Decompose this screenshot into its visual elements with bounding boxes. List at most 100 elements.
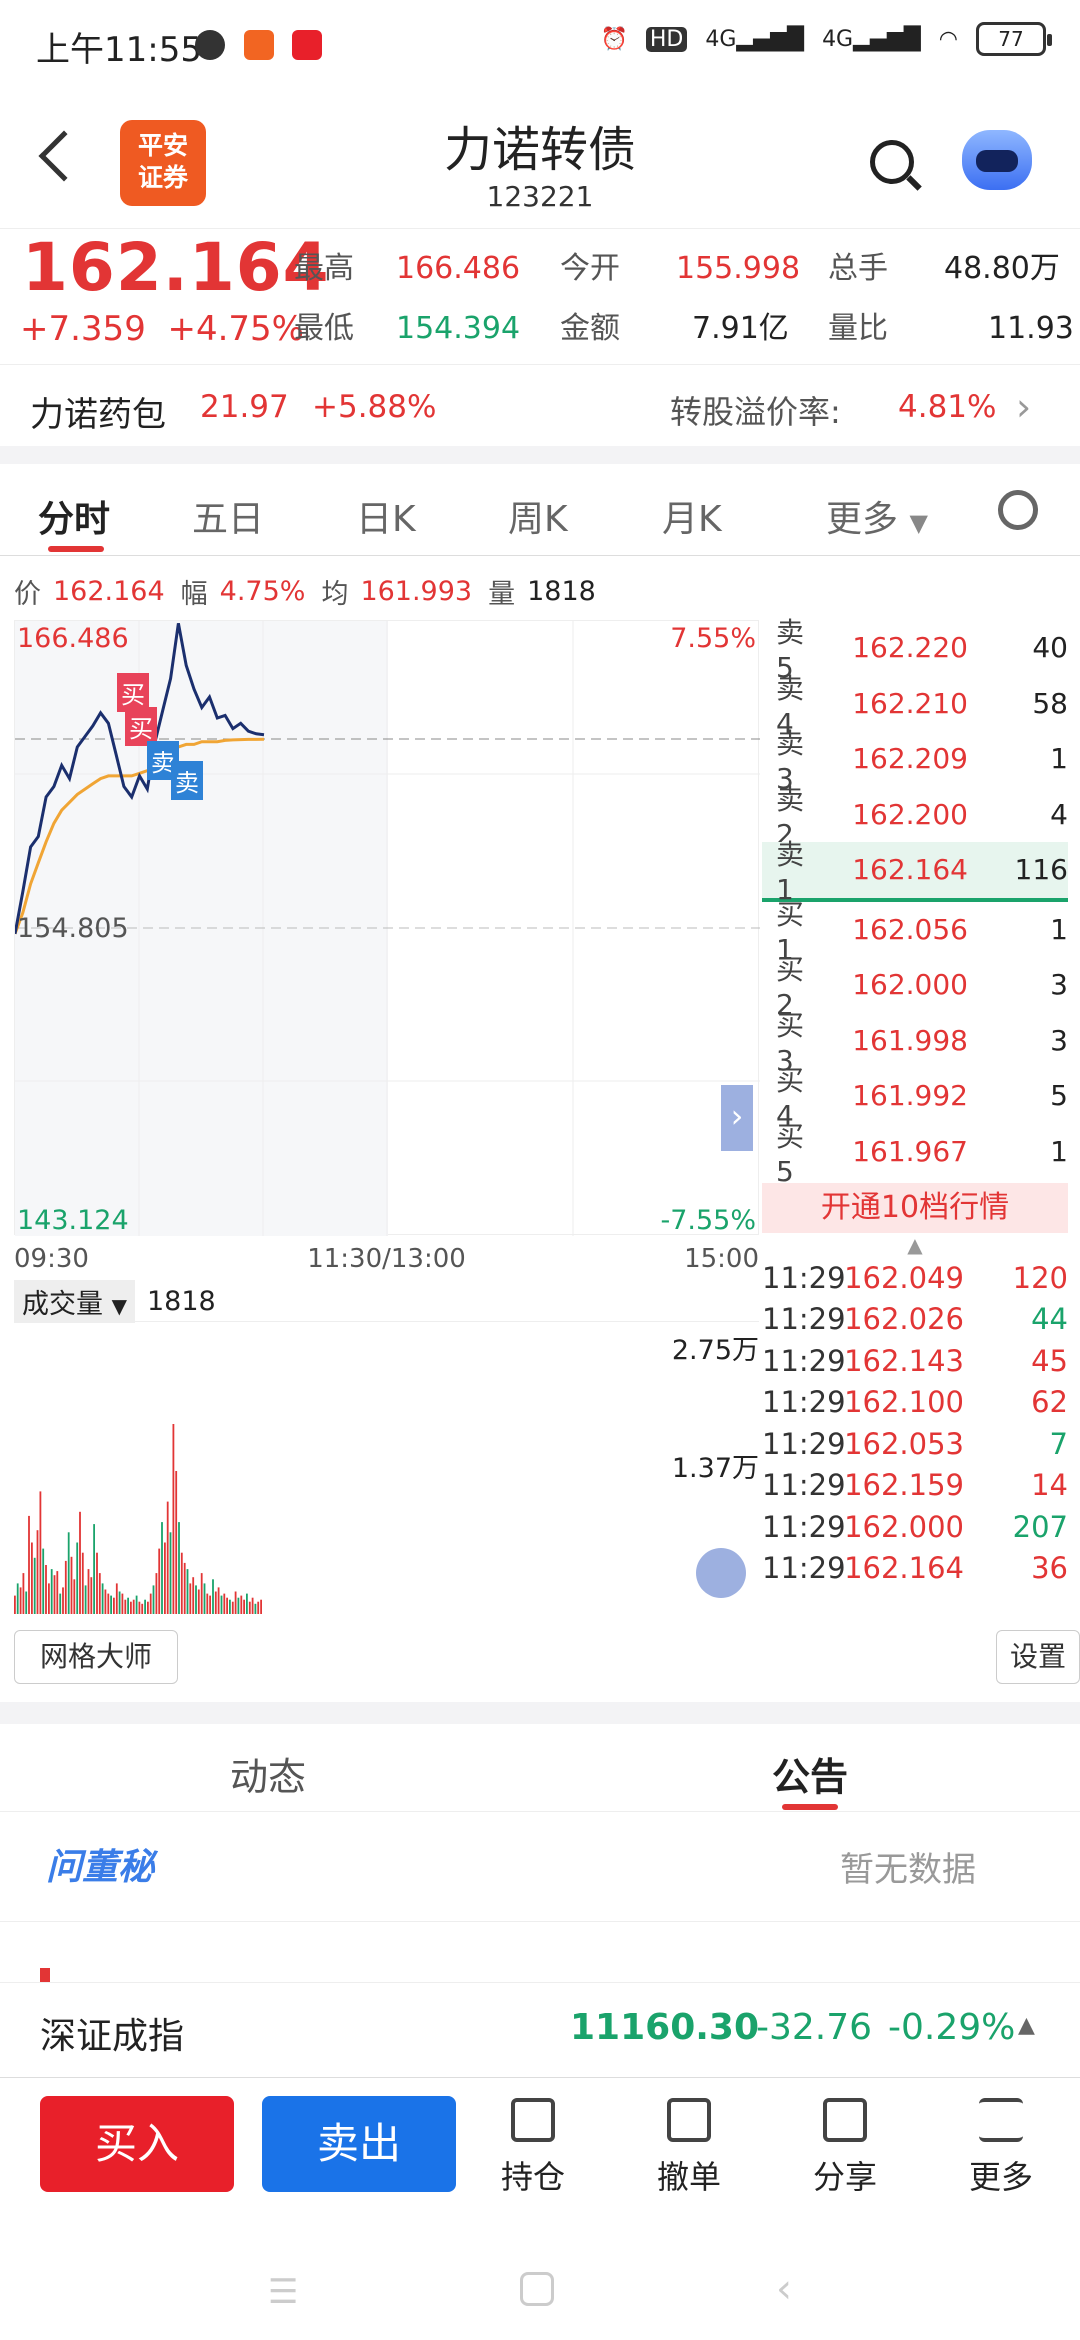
tick-time: 11:29: [762, 1385, 846, 1420]
tick-volume: 7: [1049, 1426, 1068, 1461]
tick-volume: 44: [1031, 1302, 1068, 1337]
premium-label: 转股溢价率:: [670, 393, 841, 431]
tick-time: 11:29: [762, 1509, 846, 1544]
fullscreen-icon[interactable]: [696, 1548, 746, 1598]
level-price: 161.998: [852, 1023, 968, 1057]
signal-icon: 4G▂▄▆█: [822, 26, 921, 52]
ratio-value: 11.93: [988, 311, 1074, 346]
volume-bar: [135, 1595, 138, 1614]
news-tabs: 动态 公告: [0, 1724, 1080, 1812]
level-price: 162.164: [852, 853, 968, 887]
volume-bar: [76, 1542, 79, 1614]
volume-bar: [101, 1583, 104, 1614]
tab-dynamics[interactable]: 动态: [230, 1746, 306, 1801]
assistant-robot-icon[interactable]: [962, 130, 1032, 190]
chevron-right-icon: ›: [1016, 385, 1032, 429]
tick-price: 162.026: [844, 1302, 964, 1337]
level-price: 162.000: [852, 968, 968, 1002]
search-icon[interactable]: [870, 140, 914, 184]
intraday-chart[interactable]: 166.486 154.805 143.124 7.55% -7.55% 买 买…: [13, 620, 760, 1236]
order-book-row: 买5 161.967 1: [762, 1120, 1068, 1188]
cancel-order-button[interactable]: 撤单: [634, 2098, 744, 2198]
volume-bar: [110, 1595, 112, 1614]
battery-icon: 77: [976, 22, 1052, 56]
tick-row: 11:29 162.049 120: [762, 1257, 1068, 1299]
no-data-text: 暂无数据: [840, 1850, 976, 1890]
open-label: 今开: [560, 251, 620, 286]
level-volume: 116: [1014, 853, 1068, 887]
ask-secretary-logo[interactable]: 问董秘: [46, 1838, 154, 1890]
amount-label: 金额: [560, 311, 620, 346]
share-label: 分享: [812, 2158, 877, 2196]
tab-monthly-k[interactable]: 月K: [662, 490, 722, 542]
volume-bar: [42, 1548, 45, 1614]
level-price: 161.967: [852, 1134, 968, 1168]
low-label: 最低: [294, 311, 354, 346]
volume-bar: [212, 1579, 214, 1614]
order-book: 卖5 162.220 40 卖4 162.210 58 卖3 162.209 1…: [762, 616, 1068, 1590]
volume-bar: [217, 1587, 220, 1614]
volume-selector[interactable]: 成交量 ▼: [14, 1280, 135, 1323]
tab-announcements[interactable]: 公告: [772, 1746, 848, 1801]
order-book-row: 卖1 162.164 116: [762, 838, 1068, 906]
hd-icon: HD: [645, 26, 688, 52]
menu-icon: [979, 2098, 1023, 2142]
open-level10-button[interactable]: 开通10档行情: [762, 1183, 1068, 1233]
tab-5day[interactable]: 五日: [192, 490, 264, 542]
volume-bar: [195, 1585, 197, 1614]
volume-bar: [183, 1562, 186, 1614]
share-button[interactable]: 分享: [790, 2098, 900, 2198]
gear-icon[interactable]: [998, 490, 1038, 530]
chart-bottom-price: 143.124: [17, 1205, 129, 1236]
tab-intraday[interactable]: 分时: [38, 490, 110, 542]
holdings-button[interactable]: 持仓: [478, 2098, 588, 2198]
expand-panel-icon[interactable]: ›: [721, 1085, 753, 1151]
premium-value: 4.81%: [898, 389, 997, 425]
volume-bar: [62, 1587, 64, 1614]
volume-bar: [113, 1597, 115, 1614]
buy-button[interactable]: 买入: [40, 2096, 234, 2192]
volume-bar: [50, 1569, 53, 1614]
divider: [0, 446, 1080, 464]
level-price: 162.209: [852, 742, 968, 776]
volume-bar: [107, 1593, 110, 1614]
volume-bar: [169, 1532, 172, 1614]
bottom-action-bar: 买入 卖出 持仓 撤单 分享 更多: [0, 2080, 1080, 2230]
volume-bar: [240, 1595, 243, 1614]
tick-volume: 36: [1031, 1551, 1068, 1586]
back-nav-icon[interactable]: ‹: [776, 2266, 792, 2312]
settings-button[interactable]: 设置: [996, 1630, 1080, 1684]
tab-weekly-k[interactable]: 周K: [508, 490, 568, 542]
level-volume: 1: [1050, 742, 1068, 776]
app-notify-icon: [244, 30, 274, 60]
level-price: 162.200: [852, 797, 968, 831]
caret-up-icon: ▲: [907, 1233, 923, 1257]
more-button[interactable]: 更多: [946, 2098, 1056, 2198]
sell-marker[interactable]: 卖: [171, 761, 203, 800]
volume-bar: [214, 1591, 217, 1614]
tab-more[interactable]: 更多 ▼: [826, 490, 928, 542]
index-bar[interactable]: 深证成指 11160.30 -32.76 -0.29% ▲: [0, 1982, 1080, 2078]
menu-nav-icon[interactable]: ☰: [268, 2272, 298, 2312]
tab-daily-k[interactable]: 日K: [356, 490, 416, 542]
volume-chart: 2.75万 1.37万: [14, 1324, 759, 1614]
home-nav-icon[interactable]: [520, 2272, 554, 2306]
chart-info-row: 价 162.164 幅 4.75% 均 161.993 量 1818: [14, 572, 596, 611]
active-tab-indicator: [782, 1804, 838, 1810]
volume-bar: [172, 1424, 175, 1614]
underlying-pct: +5.88%: [312, 389, 437, 425]
tick-row: 11:29 162.164 36: [762, 1548, 1068, 1590]
section-marker: [40, 1968, 50, 1982]
volume-bar: [144, 1599, 146, 1614]
grid-master-button[interactable]: 网格大师: [14, 1630, 178, 1684]
volume-bar: [130, 1601, 132, 1614]
sell-button[interactable]: 卖出: [262, 2096, 456, 2192]
info-amp: 4.75%: [219, 576, 306, 607]
divider: [0, 1702, 1080, 1724]
underlying-stock-bar[interactable]: 力诺药包 21.97 +5.88% 转股溢价率: 4.81% ›: [0, 364, 1080, 446]
caret-down-icon: ▼: [111, 1294, 127, 1318]
volume-bar: [260, 1599, 262, 1614]
volume-bar: [64, 1560, 67, 1614]
volume-bar: [161, 1522, 163, 1614]
tick-volume: 62: [1031, 1385, 1068, 1420]
